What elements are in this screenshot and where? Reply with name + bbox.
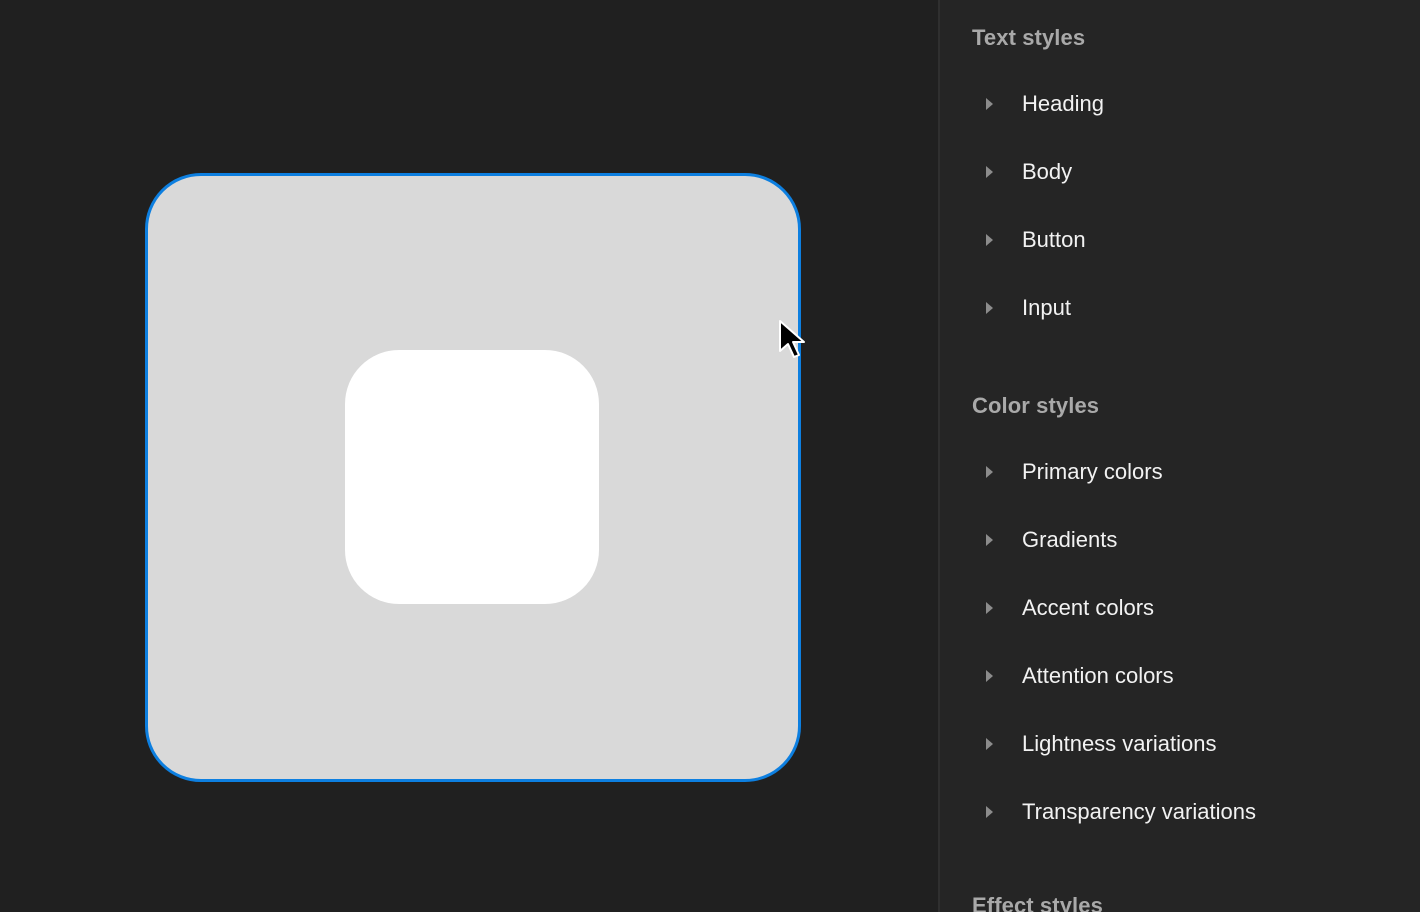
style-item-label: Primary colors (1022, 459, 1163, 484)
style-item-attention-colors[interactable]: Attention colors (972, 652, 1392, 700)
style-item-label: Accent colors (1022, 595, 1155, 620)
design-app: Text styles Heading Body Button Input Co… (0, 0, 1420, 912)
style-item-label: Transparency variations (1022, 799, 1256, 824)
style-item-body[interactable]: Body (972, 148, 1392, 196)
style-item-transparency-variations[interactable]: Transparency variations (972, 788, 1392, 836)
style-item-gradients[interactable]: Gradients (972, 516, 1392, 564)
style-item-label: Gradients (1022, 527, 1118, 552)
selected-frame[interactable] (145, 173, 801, 782)
style-item-label: Attention colors (1022, 663, 1174, 688)
caret-right-icon (986, 98, 993, 110)
style-item-accent-colors[interactable]: Accent colors (972, 584, 1392, 632)
style-item-lightness-variations[interactable]: Lightness variations (972, 720, 1392, 768)
style-item-primary-colors[interactable]: Primary colors (972, 448, 1392, 496)
style-item-label: Button (1022, 227, 1086, 252)
caret-right-icon (986, 738, 993, 750)
caret-right-icon (986, 602, 993, 614)
section-title-color-styles: Color styles (972, 393, 1100, 418)
style-item-label: Lightness variations (1022, 731, 1217, 756)
style-item-label: Heading (1022, 91, 1104, 116)
inner-rounded-square[interactable] (345, 350, 599, 604)
caret-right-icon (986, 806, 993, 818)
styles-panel: Text styles Heading Body Button Input Co… (940, 0, 1420, 912)
style-item-label: Body (1022, 159, 1073, 184)
style-item-heading[interactable]: Heading (972, 80, 1392, 128)
style-item-button[interactable]: Button (972, 216, 1392, 264)
caret-right-icon (986, 466, 993, 478)
caret-right-icon (986, 234, 993, 246)
style-item-label: Input (1022, 295, 1071, 320)
caret-right-icon (986, 534, 993, 546)
caret-right-icon (986, 166, 993, 178)
section-title-text-styles: Text styles (972, 25, 1086, 50)
mouse-cursor-icon (779, 320, 805, 358)
style-item-input[interactable]: Input (972, 284, 1392, 332)
caret-right-icon (986, 670, 993, 682)
caret-right-icon (986, 302, 993, 314)
design-canvas[interactable] (0, 0, 938, 912)
section-title-effect-styles: Effect styles (972, 893, 1103, 912)
